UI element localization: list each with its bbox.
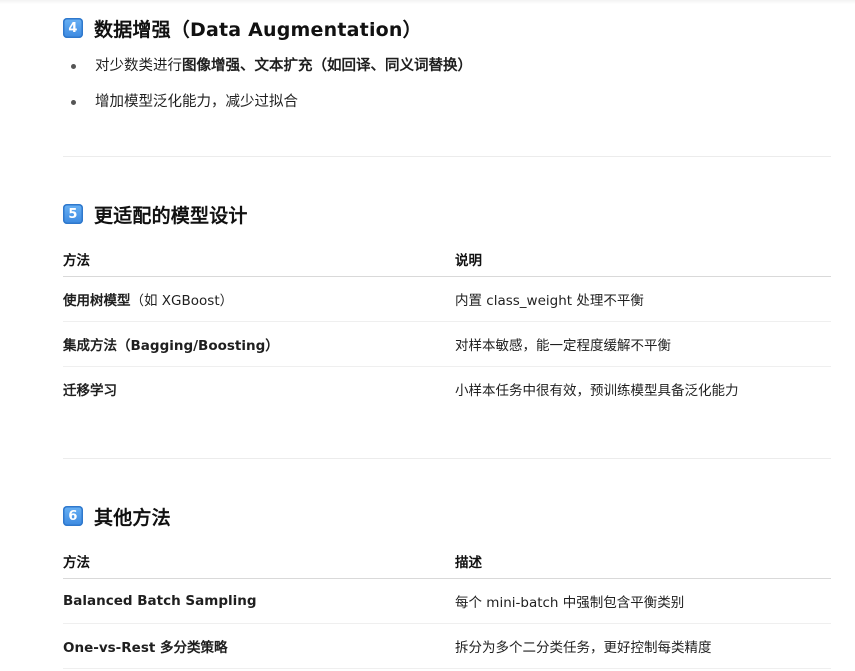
bullet-dot-icon [71, 64, 76, 69]
method-cell: 集成方法（Bagging/Boosting） [63, 321, 455, 367]
other-methods-table: 方法 描述 Balanced Batch Sampling 每个 mini-ba… [63, 544, 831, 669]
method-cell: 使用树模型（如 XGBoost） [63, 276, 455, 322]
description-cell: 内置 class_weight 处理不平衡 [455, 276, 831, 322]
column-header-description: 描述 [455, 544, 831, 579]
method-cell: Balanced Batch Sampling [63, 578, 455, 624]
method-cell: 迁移学习 [63, 367, 455, 412]
section-divider [63, 458, 831, 459]
description-cell: 每个 mini-batch 中强制包含平衡类别 [455, 578, 831, 624]
section-data-augmentation: 4 数据增强（Data Augmentation） 对少数类进行图像增强、文本扩… [63, 16, 831, 113]
section-heading: 6 其他方法 [63, 504, 831, 529]
section-model-design: 5 更适配的模型设计 方法 说明 使用树模型（如 XGBoost） 内置 cla… [63, 202, 831, 411]
section-title: 其他方法 [94, 506, 171, 529]
description-cell: 拆分为多个二分类任务，更好控制每类精度 [455, 623, 831, 669]
keycap-number-icon: 4 [63, 18, 83, 38]
method-note: （如 XGBoost） [130, 293, 234, 309]
section-title: 更适配的模型设计 [94, 204, 248, 227]
top-shadow [0, 0, 855, 4]
method-cell: One-vs-Rest 多分类策略 [63, 623, 455, 669]
bullet-dot-icon [71, 100, 76, 105]
table-header-row: 方法 描述 [63, 544, 831, 579]
table-row: 集成方法（Bagging/Boosting） 对样本敏感，能一定程度缓解不平衡 [63, 321, 831, 367]
table-header-row: 方法 说明 [63, 242, 831, 277]
model-design-table: 方法 说明 使用树模型（如 XGBoost） 内置 class_weight 处… [63, 242, 831, 411]
column-header-method: 方法 [63, 544, 455, 579]
bullet-list: 对少数类进行图像增强、文本扩充（如回译、同义词替换） 增加模型泛化能力，减少过拟… [63, 55, 831, 113]
column-header-description: 说明 [455, 242, 831, 277]
description-cell: 小样本任务中很有效，预训练模型具备泛化能力 [455, 383, 739, 399]
table-row: One-vs-Rest 多分类策略 拆分为多个二分类任务，更好控制每类精度 [63, 623, 831, 669]
column-header-method: 方法 [63, 242, 455, 277]
table-row: Balanced Batch Sampling 每个 mini-batch 中强… [63, 578, 831, 624]
list-item: 对少数类进行图像增强、文本扩充（如回译、同义词替换） [63, 55, 831, 77]
section-other-methods: 6 其他方法 方法 描述 Balanced Batch Sampling 每个 … [63, 504, 831, 669]
bullet-text: 对少数类进行 [95, 58, 182, 74]
list-item: 增加模型泛化能力，减少过拟合 [63, 91, 831, 113]
table-row: 使用树模型（如 XGBoost） 内置 class_weight 处理不平衡 [63, 276, 831, 322]
method-name: 迁移学习 [63, 383, 117, 399]
bullet-text-bold: 图像增强、文本扩充（如回译、同义词替换） [182, 58, 472, 74]
keycap-number-icon: 5 [63, 204, 83, 224]
method-name: 使用树模型 [63, 293, 131, 309]
description-cell: 对样本敏感，能一定程度缓解不平衡 [455, 321, 831, 367]
method-name: 集成方法（Bagging/Boosting） [63, 338, 279, 354]
keycap-number-icon: 6 [63, 506, 83, 526]
section-divider [63, 156, 831, 157]
bullet-text: 增加模型泛化能力，减少过拟合 [95, 94, 298, 110]
section-heading: 5 更适配的模型设计 [63, 202, 831, 227]
table-row: 迁移学习 小样本任务中很有效，预训练模型具备泛化能力 [63, 367, 831, 412]
section-heading: 4 数据增强（Data Augmentation） [63, 16, 831, 41]
section-title: 数据增强（Data Augmentation） [94, 18, 422, 41]
